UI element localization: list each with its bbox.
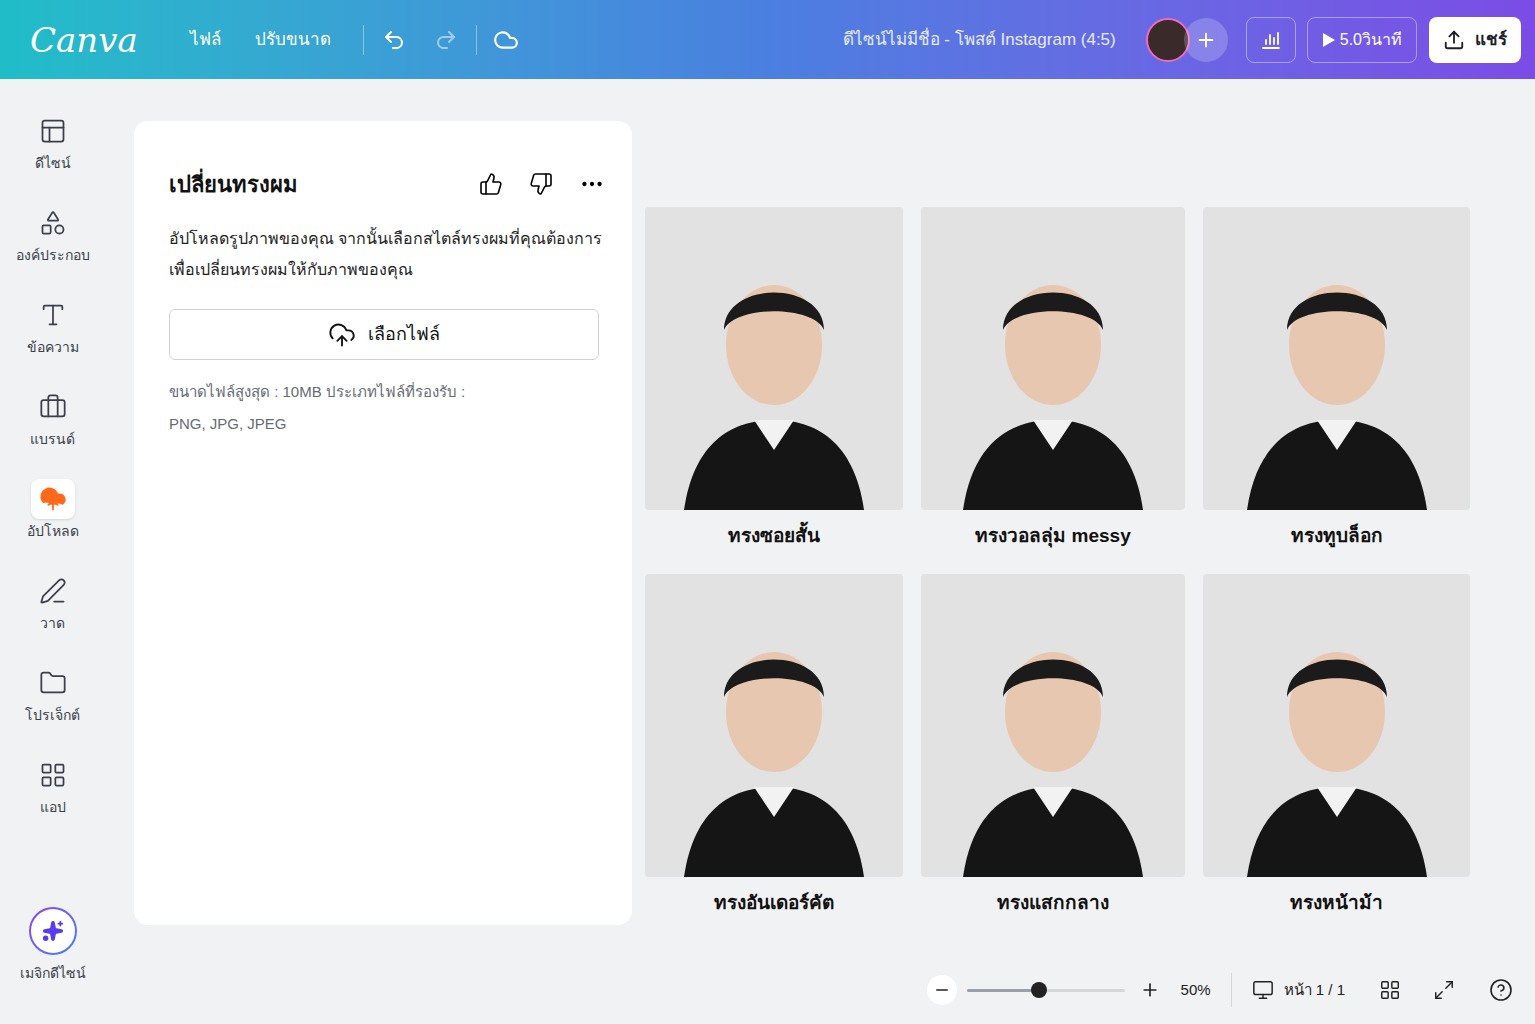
thumbs-down-icon	[529, 172, 553, 196]
draw-icon	[39, 577, 67, 605]
file-info: ขนาดไฟล์สูงสุด : 10MB ประเภทไฟล์ที่รองรั…	[169, 376, 597, 440]
portrait-icon	[674, 617, 874, 877]
hairstyle-card[interactable]: ทรงแสกกลาง	[921, 574, 1185, 941]
projects-icon	[39, 669, 67, 697]
sidebar-item-apps[interactable]: แอป	[3, 753, 103, 845]
chart-icon	[1260, 29, 1282, 51]
divider	[363, 25, 364, 55]
panel-title: เปลี่ยนทรงผม	[169, 168, 475, 201]
undo-icon	[382, 28, 406, 52]
add-collaborator-button[interactable]	[1184, 18, 1228, 62]
hairstyle-card[interactable]: ทรงวอลลุ่ม messy	[921, 207, 1185, 574]
sidebar-item-projects[interactable]: โปรเจ็กต์	[3, 661, 103, 753]
photo	[645, 574, 903, 877]
grid-icon	[1379, 979, 1401, 1001]
portrait-icon	[674, 250, 874, 510]
photo	[921, 207, 1185, 510]
design-title[interactable]: ดีไซน์ไม่มีชื่อ - โพสต์ Instagram (4:5)	[843, 27, 1116, 53]
sidebar-item-brand[interactable]: แบรนด์	[3, 385, 103, 477]
magic-design-button[interactable]: เมจิกดีไซน์	[20, 907, 86, 984]
panel-description: อัปโหลดรูปภาพของคุณ จากนั้นเลือกสไตล์ทรง…	[169, 223, 597, 285]
zoom-slider[interactable]	[967, 989, 1125, 992]
body: ดีไซน์องค์ประกอบข้อความแบรนด์อัปโหลดวาดโ…	[0, 79, 1535, 1024]
save-status-button[interactable]	[487, 21, 525, 59]
design-icon	[39, 117, 67, 145]
play-icon	[1322, 32, 1336, 48]
apps-icon	[39, 761, 67, 789]
help-button[interactable]	[1485, 974, 1517, 1006]
portrait-icon	[953, 617, 1153, 877]
insights-button[interactable]	[1246, 17, 1296, 63]
app: Canva ไฟล์ ปรับขนาด ดีไซน์ไม่มีชื่อ - โพสต์…	[0, 0, 1535, 1024]
photo	[1203, 574, 1470, 877]
divider	[1231, 973, 1232, 1007]
photo	[921, 574, 1185, 877]
photo	[645, 207, 903, 510]
plus-icon	[1195, 29, 1217, 51]
minus-icon	[933, 981, 951, 999]
hairstyle-card[interactable]: ทรงซอยสั้น	[645, 207, 903, 574]
zoom-thumb[interactable]	[1031, 982, 1047, 998]
like-button[interactable]	[475, 168, 507, 200]
menu-item[interactable]: ปรับขนาด	[243, 21, 343, 59]
choose-file-button[interactable]: เลือกไฟล์	[169, 309, 599, 360]
expand-icon	[1433, 979, 1455, 1001]
footer-bar: 50% หน้า 1 / 1	[105, 964, 1535, 1024]
redo-button[interactable]	[426, 20, 466, 60]
divider	[476, 25, 477, 55]
more-icon	[579, 171, 605, 197]
menu-item[interactable]: ไฟล์	[178, 21, 233, 59]
sidebar-item-elements[interactable]: องค์ประกอบ	[3, 201, 103, 293]
logo[interactable]: Canva	[30, 23, 138, 57]
share-icon	[1443, 29, 1465, 51]
zoom-in-button[interactable]	[1135, 975, 1165, 1005]
dislike-button[interactable]	[525, 168, 557, 200]
grid-view-button[interactable]	[1375, 975, 1405, 1005]
sidebar-item-text[interactable]: ข้อความ	[3, 293, 103, 385]
sidebar: ดีไซน์องค์ประกอบข้อความแบรนด์อัปโหลดวาดโ…	[0, 79, 105, 1024]
redo-icon	[434, 28, 458, 52]
help-icon	[1489, 978, 1513, 1002]
top-bar: Canva ไฟล์ ปรับขนาด ดีไซน์ไม่มีชื่อ - โพสต์…	[0, 0, 1535, 79]
sidebar-item-design[interactable]: ดีไซน์	[3, 109, 103, 201]
portrait-icon	[953, 250, 1153, 510]
portrait-icon	[1237, 617, 1437, 877]
brand-icon	[39, 393, 67, 421]
sidebar-item-draw[interactable]: วาด	[3, 569, 103, 661]
page-icon	[1252, 979, 1274, 1001]
present-button[interactable]: 5.0วินาที	[1307, 17, 1417, 63]
pages-button[interactable]: หน้า 1 / 1	[1252, 979, 1345, 1002]
uploads-icon	[39, 485, 67, 513]
hairstyle-grid: ทรงซอยสั้นทรงวอลลุ่ม messyทรงทูบล็อกทรงอ…	[645, 207, 1470, 964]
hairstyle-card[interactable]: ทรงอันเดอร์คัต	[645, 574, 903, 941]
thumbs-up-icon	[479, 172, 503, 196]
upload-icon	[328, 321, 356, 349]
hairstyle-card[interactable]: ทรงทูบล็อก	[1203, 207, 1470, 574]
fullscreen-button[interactable]	[1429, 975, 1459, 1005]
hairstyle-card[interactable]: ทรงหน้าม้า	[1203, 574, 1470, 941]
main: เปลี่ยนทรงผมอัปโหลดรูปภาพของคุณ จากนั้นเ…	[105, 79, 1535, 1024]
zoom-out-button[interactable]	[927, 975, 957, 1005]
plus-icon	[1140, 980, 1160, 1000]
undo-button[interactable]	[374, 20, 414, 60]
cloud-icon	[493, 27, 519, 53]
zoom-reading[interactable]: 50%	[1181, 979, 1211, 1002]
more-button[interactable]	[575, 167, 609, 201]
hairstyle-panel: เปลี่ยนทรงผมอัปโหลดรูปภาพของคุณ จากนั้นเ…	[134, 121, 632, 925]
share-button[interactable]: แชร์	[1429, 17, 1521, 63]
elements-icon	[39, 209, 67, 237]
photo	[1203, 207, 1470, 510]
sparkles-icon	[42, 920, 64, 942]
text-icon	[39, 301, 67, 329]
sidebar-item-uploads[interactable]: อัปโหลด	[3, 477, 103, 569]
portrait-icon	[1237, 250, 1437, 510]
